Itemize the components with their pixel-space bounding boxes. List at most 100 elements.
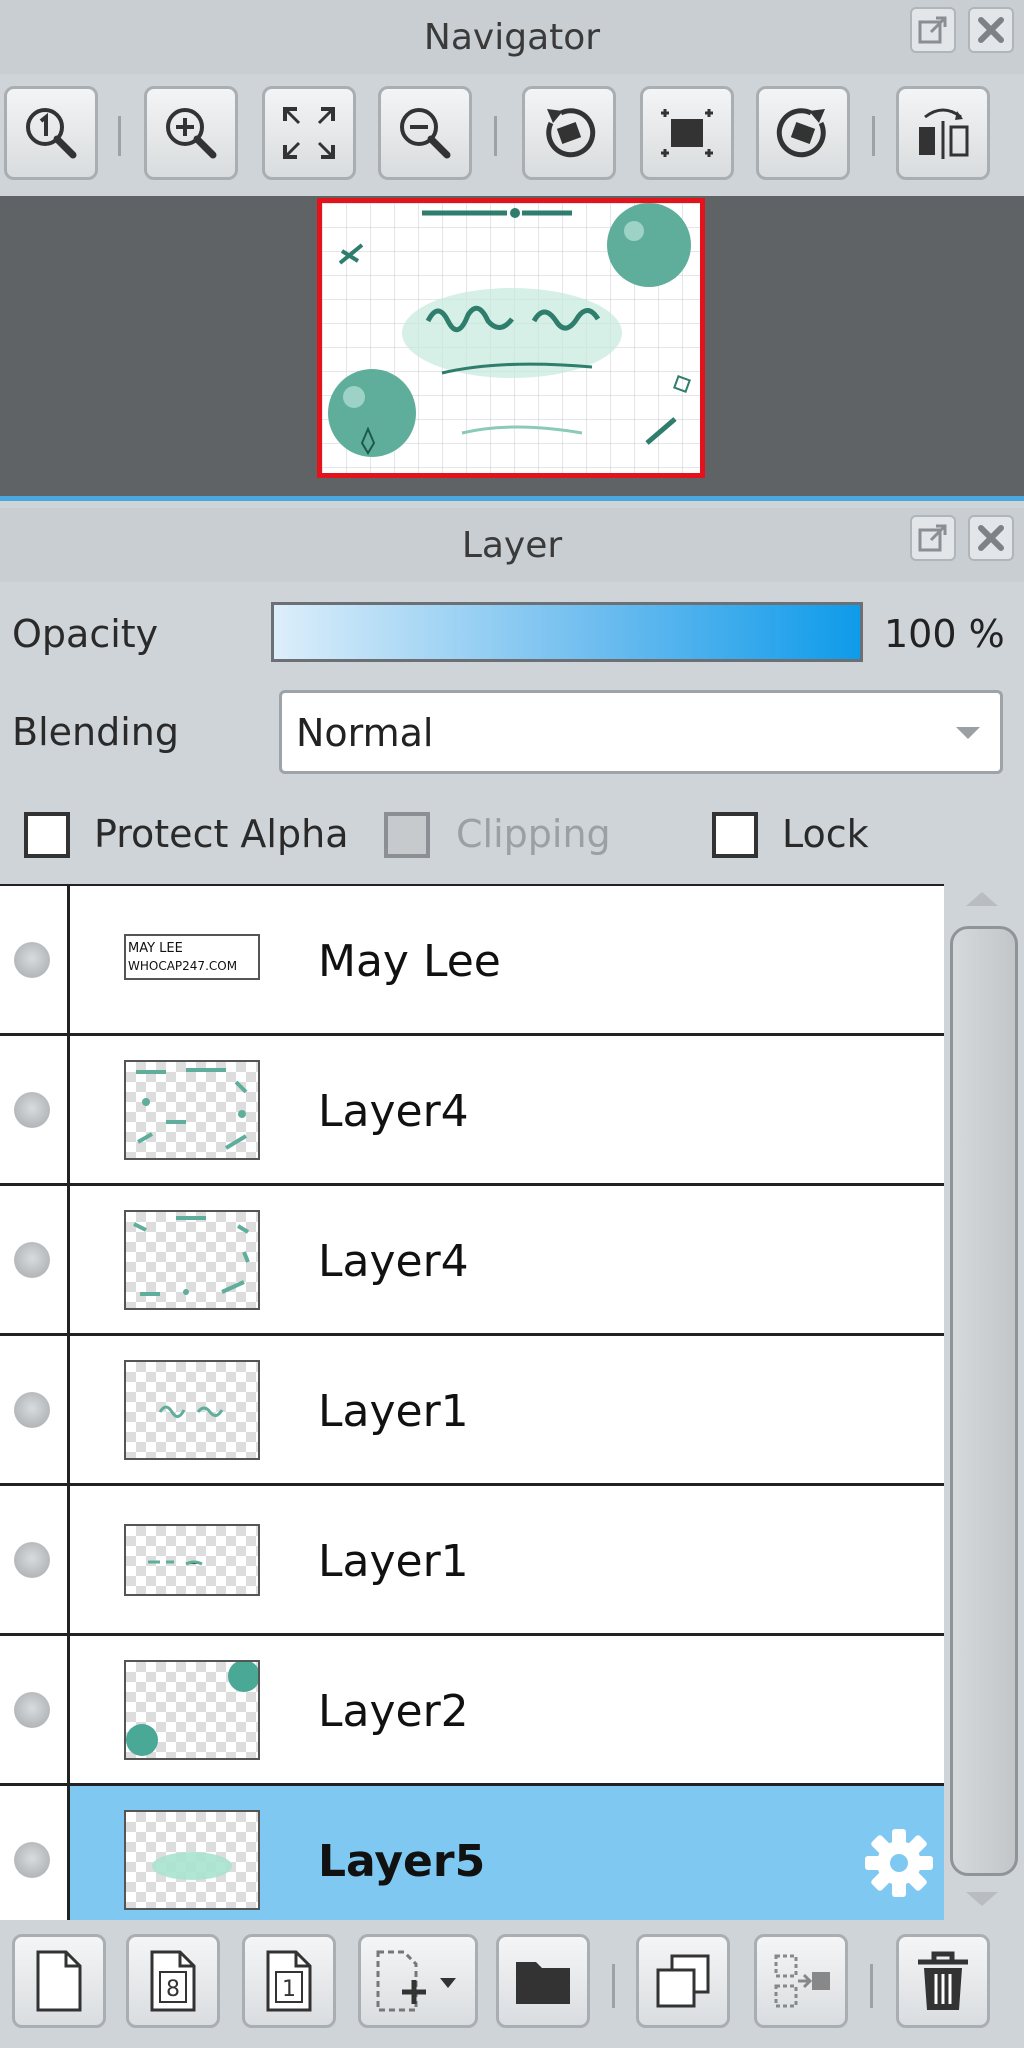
layer-name: Layer1	[318, 1536, 469, 1587]
visibility-toggle[interactable]	[14, 1842, 50, 1878]
layer-row[interactable]: Layer1	[0, 1334, 944, 1484]
layer-thumbnail	[124, 1660, 260, 1760]
popout-icon	[918, 524, 947, 552]
icon-glyph: 1	[282, 1977, 296, 2002]
blending-value: Normal	[296, 711, 434, 755]
gear-icon[interactable]	[862, 1826, 936, 1900]
layer-thumbnail	[124, 1524, 260, 1596]
toolbar-separator	[118, 116, 121, 156]
layer-thumbnail	[124, 1810, 260, 1910]
layer-panel-title: Layer	[461, 524, 563, 566]
navigator-view-frame[interactable]	[317, 198, 705, 478]
layer-close-button[interactable]	[968, 515, 1014, 561]
layer-row[interactable]: Layer2	[0, 1634, 944, 1784]
merge-down-button[interactable]	[754, 1934, 848, 2028]
merge-layer-icon	[774, 1954, 830, 2008]
visibility-column	[0, 886, 70, 1033]
layer-popout-button[interactable]	[910, 515, 956, 561]
visibility-toggle[interactable]	[14, 1692, 50, 1728]
navigator-title: Navigator	[423, 16, 601, 58]
zoom-out-button[interactable]	[378, 86, 472, 180]
layer-row[interactable]: Layer4	[0, 1184, 944, 1334]
popout-icon	[918, 16, 947, 44]
add-layer-dropdown-button[interactable]	[358, 1934, 478, 2028]
scroll-up-arrow-icon[interactable]	[966, 892, 998, 906]
toolbar-separator	[494, 116, 497, 156]
scroll-down-arrow-icon[interactable]	[966, 1892, 998, 1906]
visibility-column	[0, 1336, 70, 1483]
thumbnail-image	[148, 1560, 203, 1566]
opacity-slider[interactable]	[271, 602, 863, 662]
layer-name: Layer4	[318, 1236, 469, 1287]
visibility-toggle[interactable]	[14, 1092, 50, 1128]
duplicate-layer-button[interactable]	[636, 1934, 730, 2028]
thumbnail-text: MAY LEE	[128, 941, 183, 956]
delete-layer-button[interactable]	[896, 1934, 990, 2028]
new-8bit-layer-button[interactable]: 8	[126, 1934, 220, 2028]
layer-list: MAY LEE WHOCAP247.COM May Lee Layer4 Lay…	[0, 884, 944, 1920]
thumbnail-text: WHOCAP247.COM	[128, 959, 237, 973]
zoom-actual-size-icon	[26, 108, 77, 159]
visibility-toggle[interactable]	[14, 942, 50, 978]
toolbar-separator	[872, 116, 875, 156]
layer-row[interactable]: MAY LEE WHOCAP247.COM May Lee	[0, 884, 944, 1034]
layer-name: Layer1	[318, 1386, 469, 1437]
visibility-toggle[interactable]	[14, 1542, 50, 1578]
flip-horizontal-button[interactable]	[896, 86, 990, 180]
visibility-toggle[interactable]	[14, 1242, 50, 1278]
thumbnail-image	[158, 1405, 224, 1418]
panel-divider[interactable]	[0, 496, 1024, 501]
visibility-column	[0, 1186, 70, 1333]
visibility-column	[0, 1486, 70, 1633]
layer-thumbnail	[124, 1210, 260, 1310]
layer-row[interactable]: Layer1	[0, 1484, 944, 1634]
blending-label: Blending	[12, 710, 179, 754]
layer-thumbnail: MAY LEE WHOCAP247.COM	[124, 934, 260, 980]
thumbnail-image	[126, 1662, 258, 1756]
layer-8bit-icon: 8	[150, 1950, 196, 2012]
fit-to-window-button[interactable]	[262, 86, 356, 180]
navigator-popout-button[interactable]	[910, 7, 956, 53]
new-color-layer-button[interactable]	[12, 1934, 106, 2028]
duplicate-icon	[656, 1954, 710, 2008]
navigator-preview[interactable]	[0, 196, 1024, 496]
flip-horizontal-icon	[919, 108, 969, 159]
clipping-checkbox[interactable]	[384, 812, 430, 858]
layer-name: Layer4	[318, 1086, 469, 1137]
reset-rotation-button[interactable]	[640, 86, 734, 180]
scrollbar-thumb[interactable]	[950, 926, 1018, 1876]
layer-titlebar: Layer	[0, 508, 1024, 582]
new-folder-button[interactable]	[496, 1934, 590, 2028]
new-page-icon	[36, 1950, 82, 2012]
visibility-toggle[interactable]	[14, 1392, 50, 1428]
new-1bit-layer-button[interactable]: 1	[242, 1934, 336, 2028]
zoom-out-icon	[400, 108, 451, 159]
visibility-column	[0, 1786, 70, 1920]
rotate-left-button[interactable]	[522, 86, 616, 180]
trash-icon	[918, 1951, 968, 2010]
layer-toolbar: 8 1	[0, 1920, 1024, 2048]
close-icon	[978, 525, 1004, 551]
thumbnail-image	[133, 1216, 250, 1296]
layer-thumbnail	[124, 1060, 260, 1160]
close-icon	[978, 17, 1004, 43]
lock-label: Lock	[782, 812, 869, 856]
protect-alpha-checkbox[interactable]	[24, 812, 70, 858]
rotate-right-icon	[776, 108, 826, 158]
navigator-titlebar: Navigator	[0, 0, 1024, 74]
rotate-right-button[interactable]	[756, 86, 850, 180]
blending-select[interactable]: Normal	[279, 690, 1003, 774]
zoom-in-button[interactable]	[144, 86, 238, 180]
layer-1bit-icon: 1	[266, 1950, 312, 2012]
layer-row[interactable]: Layer4	[0, 1034, 944, 1184]
navigator-toolbar	[0, 74, 1024, 196]
layer-row-selected[interactable]: Layer5	[0, 1784, 944, 1920]
folder-icon	[516, 1962, 570, 2004]
lock-checkbox[interactable]	[712, 812, 758, 858]
thumbnail-image	[152, 1852, 232, 1880]
icon-glyph: 8	[166, 1977, 180, 2002]
actual-size-button[interactable]	[4, 86, 98, 180]
toolbar-separator	[870, 1964, 873, 2008]
navigator-close-button[interactable]	[968, 7, 1014, 53]
reset-view-icon	[661, 109, 713, 157]
